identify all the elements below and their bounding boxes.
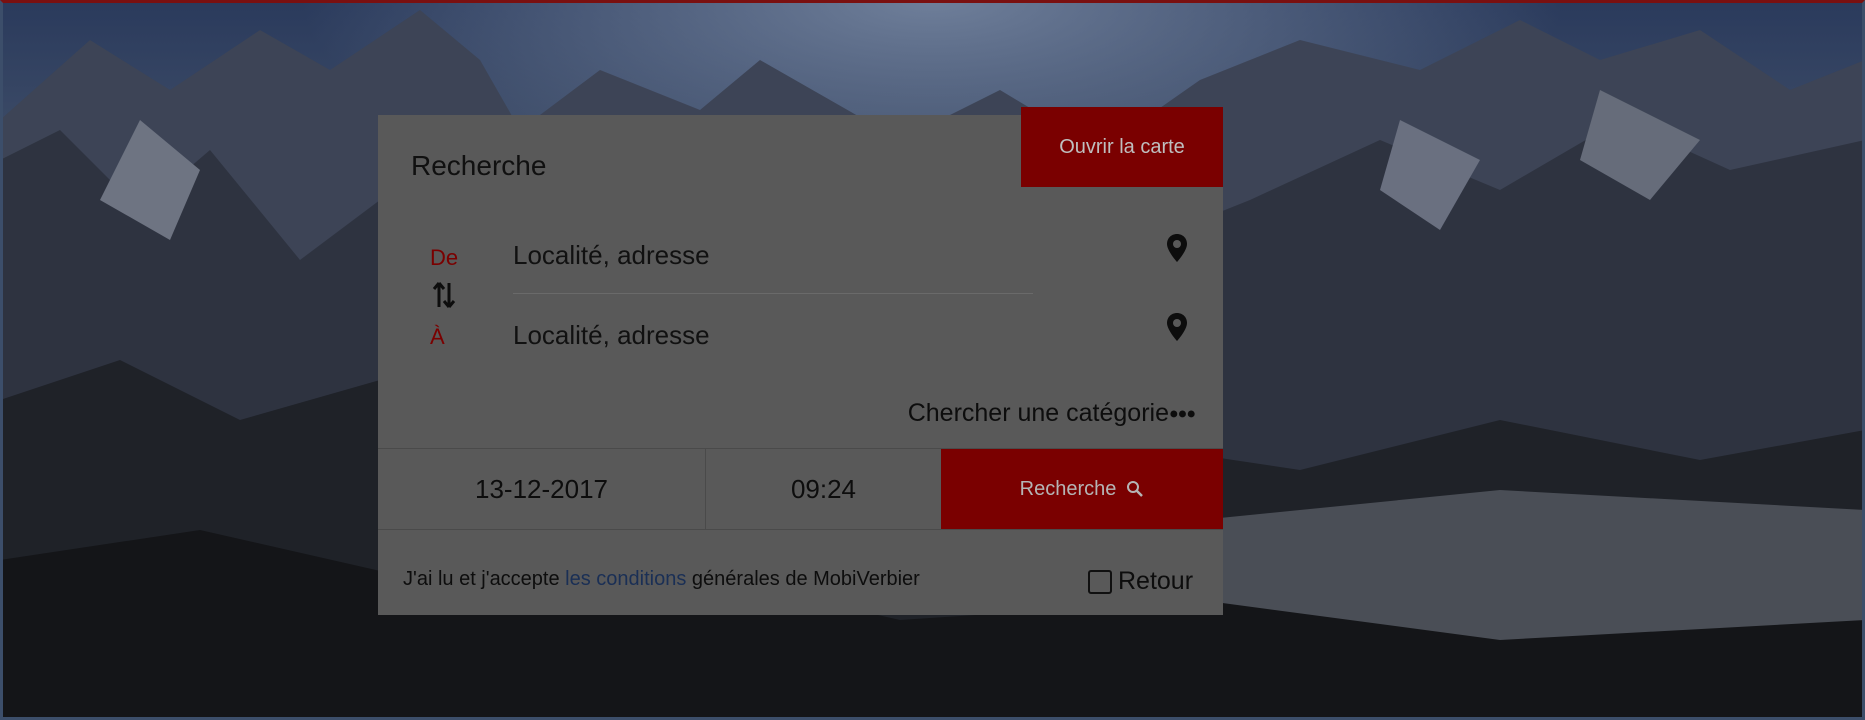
panel-title: Recherche <box>411 150 547 181</box>
search-submit-button[interactable]: Recherche <box>941 449 1223 529</box>
to-input[interactable] <box>513 315 1033 355</box>
terms-text: J'ai lu et j'accepte les conditions géné… <box>403 568 920 591</box>
search-submit-label: Recherche <box>1019 477 1117 500</box>
terms-prefix: J'ai lu et j'accepte <box>403 568 566 590</box>
ellipsis-icon: ●●● <box>1169 405 1196 423</box>
field-divider <box>513 293 1033 294</box>
from-input[interactable] <box>513 235 1033 275</box>
category-label: Chercher une catégorie <box>907 399 1169 427</box>
terms-link[interactable]: les conditions <box>565 568 686 590</box>
time-picker[interactable]: 09:24 <box>706 449 941 529</box>
search-category-link[interactable]: Chercher une catégorie●●● <box>907 399 1196 428</box>
return-label: Retour <box>1118 567 1194 595</box>
return-toggle[interactable]: Retour <box>1088 567 1193 596</box>
return-checkbox[interactable] <box>1088 569 1112 594</box>
date-picker[interactable]: 13-12-2017 <box>378 449 706 529</box>
swap-vertical-icon[interactable] <box>432 280 456 310</box>
search-icon <box>1127 481 1144 497</box>
date-time-bar: 13-12-2017 09:24 Recherche <box>378 448 1223 530</box>
location-pin-icon[interactable] <box>1166 312 1188 342</box>
terms-suffix: générales de MobiVerbier <box>686 568 920 590</box>
from-label: De <box>430 245 459 270</box>
open-map-button[interactable]: Ouvrir la carte <box>1021 107 1223 187</box>
search-panel: Recherche Ouvrir la carte De À Chercher … <box>378 107 1223 615</box>
to-label: À <box>430 324 445 349</box>
location-pin-icon[interactable] <box>1166 233 1188 263</box>
